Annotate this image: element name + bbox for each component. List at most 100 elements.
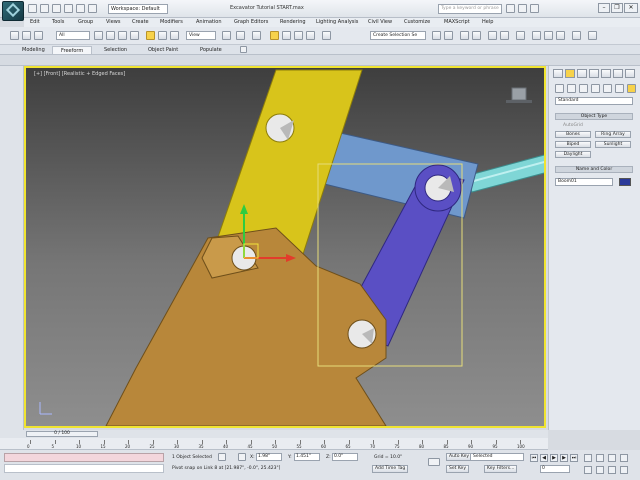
set-key-button[interactable]: Set Key (446, 465, 469, 473)
angle-snap-icon[interactable] (282, 31, 291, 40)
menu-group[interactable]: Group (78, 19, 93, 25)
menu-civil-view[interactable]: Civil View (368, 19, 392, 25)
new-file-icon[interactable] (28, 4, 37, 13)
utilities-tab-icon[interactable] (613, 69, 623, 78)
current-frame-field[interactable]: 0 (540, 465, 570, 473)
y-coordinate-field[interactable]: 1.451" (294, 453, 320, 461)
key-selection-dropdown[interactable]: Selected (470, 453, 524, 461)
unlink-icon[interactable] (22, 31, 31, 40)
previous-frame-icon[interactable]: ◀ (540, 454, 548, 462)
absolute-mode-icon[interactable] (238, 453, 246, 461)
play-icon[interactable]: ▶ (550, 454, 558, 462)
bones-button[interactable]: Bones (555, 131, 591, 138)
key-filters-button[interactable]: Key Filters... (484, 465, 518, 473)
orbit-icon[interactable] (608, 466, 616, 474)
auto-key-button[interactable]: Auto Key (446, 453, 473, 461)
next-frame-icon[interactable]: ▶ (560, 454, 568, 462)
snaps-toggle-icon[interactable] (270, 31, 279, 40)
go-to-end-icon[interactable]: ⏭ (570, 454, 578, 462)
systems-icon[interactable] (627, 84, 636, 93)
lock-selection-icon[interactable] (218, 453, 226, 461)
key-mode-icon[interactable] (428, 458, 440, 466)
menu-animation[interactable]: Animation (196, 19, 222, 25)
maximize-button[interactable]: ❐ (611, 3, 623, 13)
layer-explorer-icon[interactable] (460, 31, 469, 40)
cameras-icon[interactable] (591, 84, 600, 93)
maxscript-listener-input[interactable] (4, 453, 164, 462)
search-input[interactable]: Type a keyword or phrase (438, 4, 502, 14)
go-to-start-icon[interactable]: ⏮ (530, 454, 538, 462)
x-coordinate-field[interactable]: 1.98" (256, 453, 282, 461)
undo-icon[interactable] (64, 4, 73, 13)
lights-icon[interactable] (579, 84, 588, 93)
object-name-field[interactable]: Boom01 (555, 178, 613, 186)
spinner-snap-icon[interactable] (306, 31, 315, 40)
space-warps-icon[interactable] (615, 84, 624, 93)
reference-coordinate-dropdown[interactable]: View (186, 31, 216, 40)
daylight-button[interactable]: Daylight (555, 151, 591, 158)
object-color-swatch[interactable] (619, 178, 631, 186)
name-and-color-rollout[interactable]: Name and Color (555, 166, 633, 173)
create-tab-icon[interactable] (553, 69, 563, 78)
redo-icon[interactable] (76, 4, 85, 13)
ribbon-options-icon[interactable] (240, 46, 247, 53)
tab-freeform[interactable]: Freeform (52, 46, 93, 54)
select-object-icon[interactable] (94, 31, 103, 40)
edit-named-selection-icon[interactable] (322, 31, 331, 40)
menu-rendering[interactable]: Rendering (280, 19, 306, 25)
tab-modeling[interactable]: Modeling (14, 46, 53, 54)
material-editor-icon[interactable] (516, 31, 525, 40)
rectangle-selection-icon[interactable] (118, 31, 127, 40)
minimize-button[interactable]: – (598, 3, 610, 13)
open-file-icon[interactable] (40, 4, 49, 13)
menu-views[interactable]: Views (106, 19, 120, 25)
shapes-icon[interactable] (567, 84, 576, 93)
workspace-dropdown[interactable]: Workspace: Default (108, 4, 168, 14)
hierarchy-tab-icon[interactable] (577, 69, 587, 78)
save-file-icon[interactable] (52, 4, 61, 13)
selection-filter-dropdown[interactable]: All (56, 31, 90, 40)
maximize-toggle-icon[interactable] (620, 466, 628, 474)
front-viewport[interactable]: [+] [Front] [Realistic + Edged Faces] (24, 66, 546, 428)
select-rotate-icon[interactable] (158, 31, 167, 40)
helpers-icon[interactable] (603, 84, 612, 93)
sunlight-button[interactable]: Sunlight (595, 141, 631, 148)
mirror-icon[interactable] (432, 31, 441, 40)
viewcube-icon[interactable] (506, 87, 532, 103)
time-slider-thumb[interactable]: 0 / 100 (26, 431, 98, 437)
z-coordinate-field[interactable]: 0.0" (332, 453, 358, 461)
field-of-view-icon[interactable] (584, 466, 592, 474)
render-iterative-icon[interactable] (572, 31, 581, 40)
menu-create[interactable]: Create (132, 19, 149, 25)
hammer-icon[interactable] (625, 69, 635, 78)
ring-array-button[interactable]: Ring Array (595, 131, 631, 138)
render-setup-icon[interactable] (532, 31, 541, 40)
track-bar[interactable]: 0 5 10 15 20 25 30 35 40 45 50 55 60 65 70 75 80 85 90 95 10… (0, 438, 548, 450)
app-logo-icon[interactable] (2, 1, 24, 21)
keyboard-shortcut-override-icon[interactable] (252, 31, 261, 40)
percent-snap-icon[interactable] (294, 31, 303, 40)
help-icon[interactable] (530, 4, 539, 13)
zoom-all-icon[interactable] (596, 454, 604, 462)
tab-object-paint[interactable]: Object Paint (140, 46, 186, 54)
select-scale-icon[interactable] (170, 31, 179, 40)
excavator-scene[interactable] (26, 68, 544, 426)
hydraulic-cylinder[interactable] (465, 154, 544, 193)
object-type-rollout[interactable]: Object Type (555, 113, 633, 120)
tab-selection[interactable]: Selection (96, 46, 135, 54)
maximize-viewport-icon[interactable] (620, 454, 628, 462)
close-button[interactable]: ✕ (624, 3, 638, 13)
curve-editor-icon[interactable] (488, 31, 497, 40)
select-manipulate-icon[interactable] (236, 31, 245, 40)
add-time-tag-button[interactable]: Add Time Tag (372, 465, 409, 473)
render-production-icon[interactable] (556, 31, 565, 40)
menu-edit[interactable]: Edit (30, 19, 40, 25)
menu-maxscript[interactable]: MAXScript (444, 19, 470, 25)
schematic-view-icon[interactable] (500, 31, 509, 40)
zoom-extents-icon[interactable] (608, 454, 616, 462)
align-icon[interactable] (444, 31, 453, 40)
community-icon[interactable] (518, 4, 527, 13)
geometry-icon[interactable] (555, 84, 564, 93)
zoom-icon[interactable] (584, 454, 592, 462)
pan-icon[interactable] (596, 466, 604, 474)
